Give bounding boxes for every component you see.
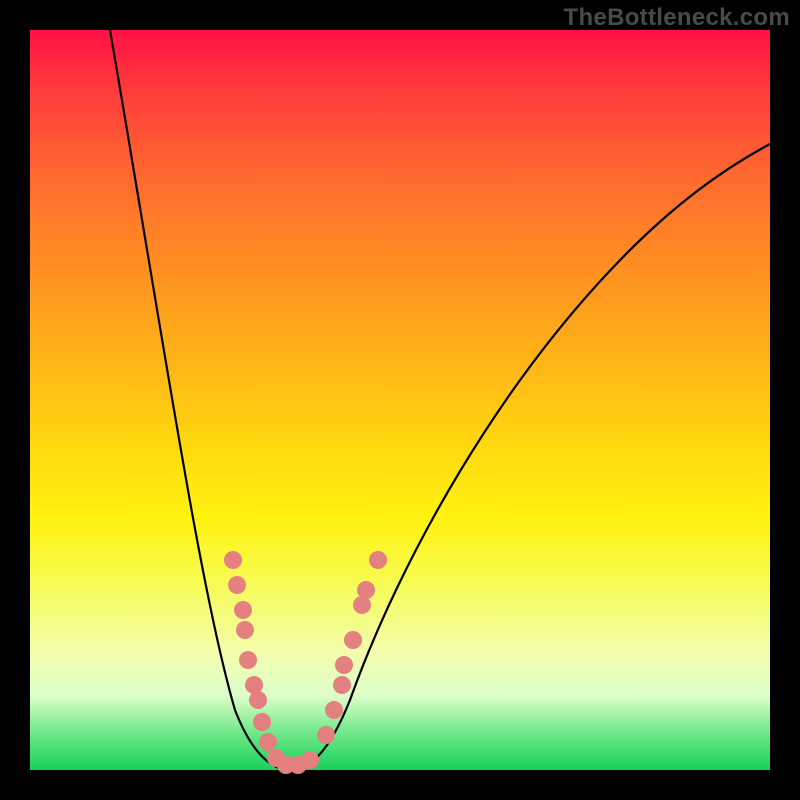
data-marker — [249, 691, 267, 709]
data-marker — [228, 576, 246, 594]
data-marker — [239, 651, 257, 669]
data-marker — [344, 631, 362, 649]
data-marker — [234, 601, 252, 619]
data-marker — [259, 733, 277, 751]
chart-frame: TheBottleneck.com — [0, 0, 800, 800]
data-marker — [333, 676, 351, 694]
data-marker — [357, 581, 375, 599]
markers-group — [224, 551, 387, 774]
data-marker — [325, 701, 343, 719]
data-marker — [236, 621, 254, 639]
watermark-text: TheBottleneck.com — [564, 4, 790, 32]
data-marker — [335, 656, 353, 674]
plot-area — [30, 30, 770, 770]
bottleneck-curve — [110, 30, 770, 770]
data-marker — [224, 551, 242, 569]
data-marker — [301, 751, 319, 769]
data-marker — [369, 551, 387, 569]
chart-svg — [30, 30, 770, 770]
data-marker — [317, 726, 335, 744]
data-marker — [253, 713, 271, 731]
